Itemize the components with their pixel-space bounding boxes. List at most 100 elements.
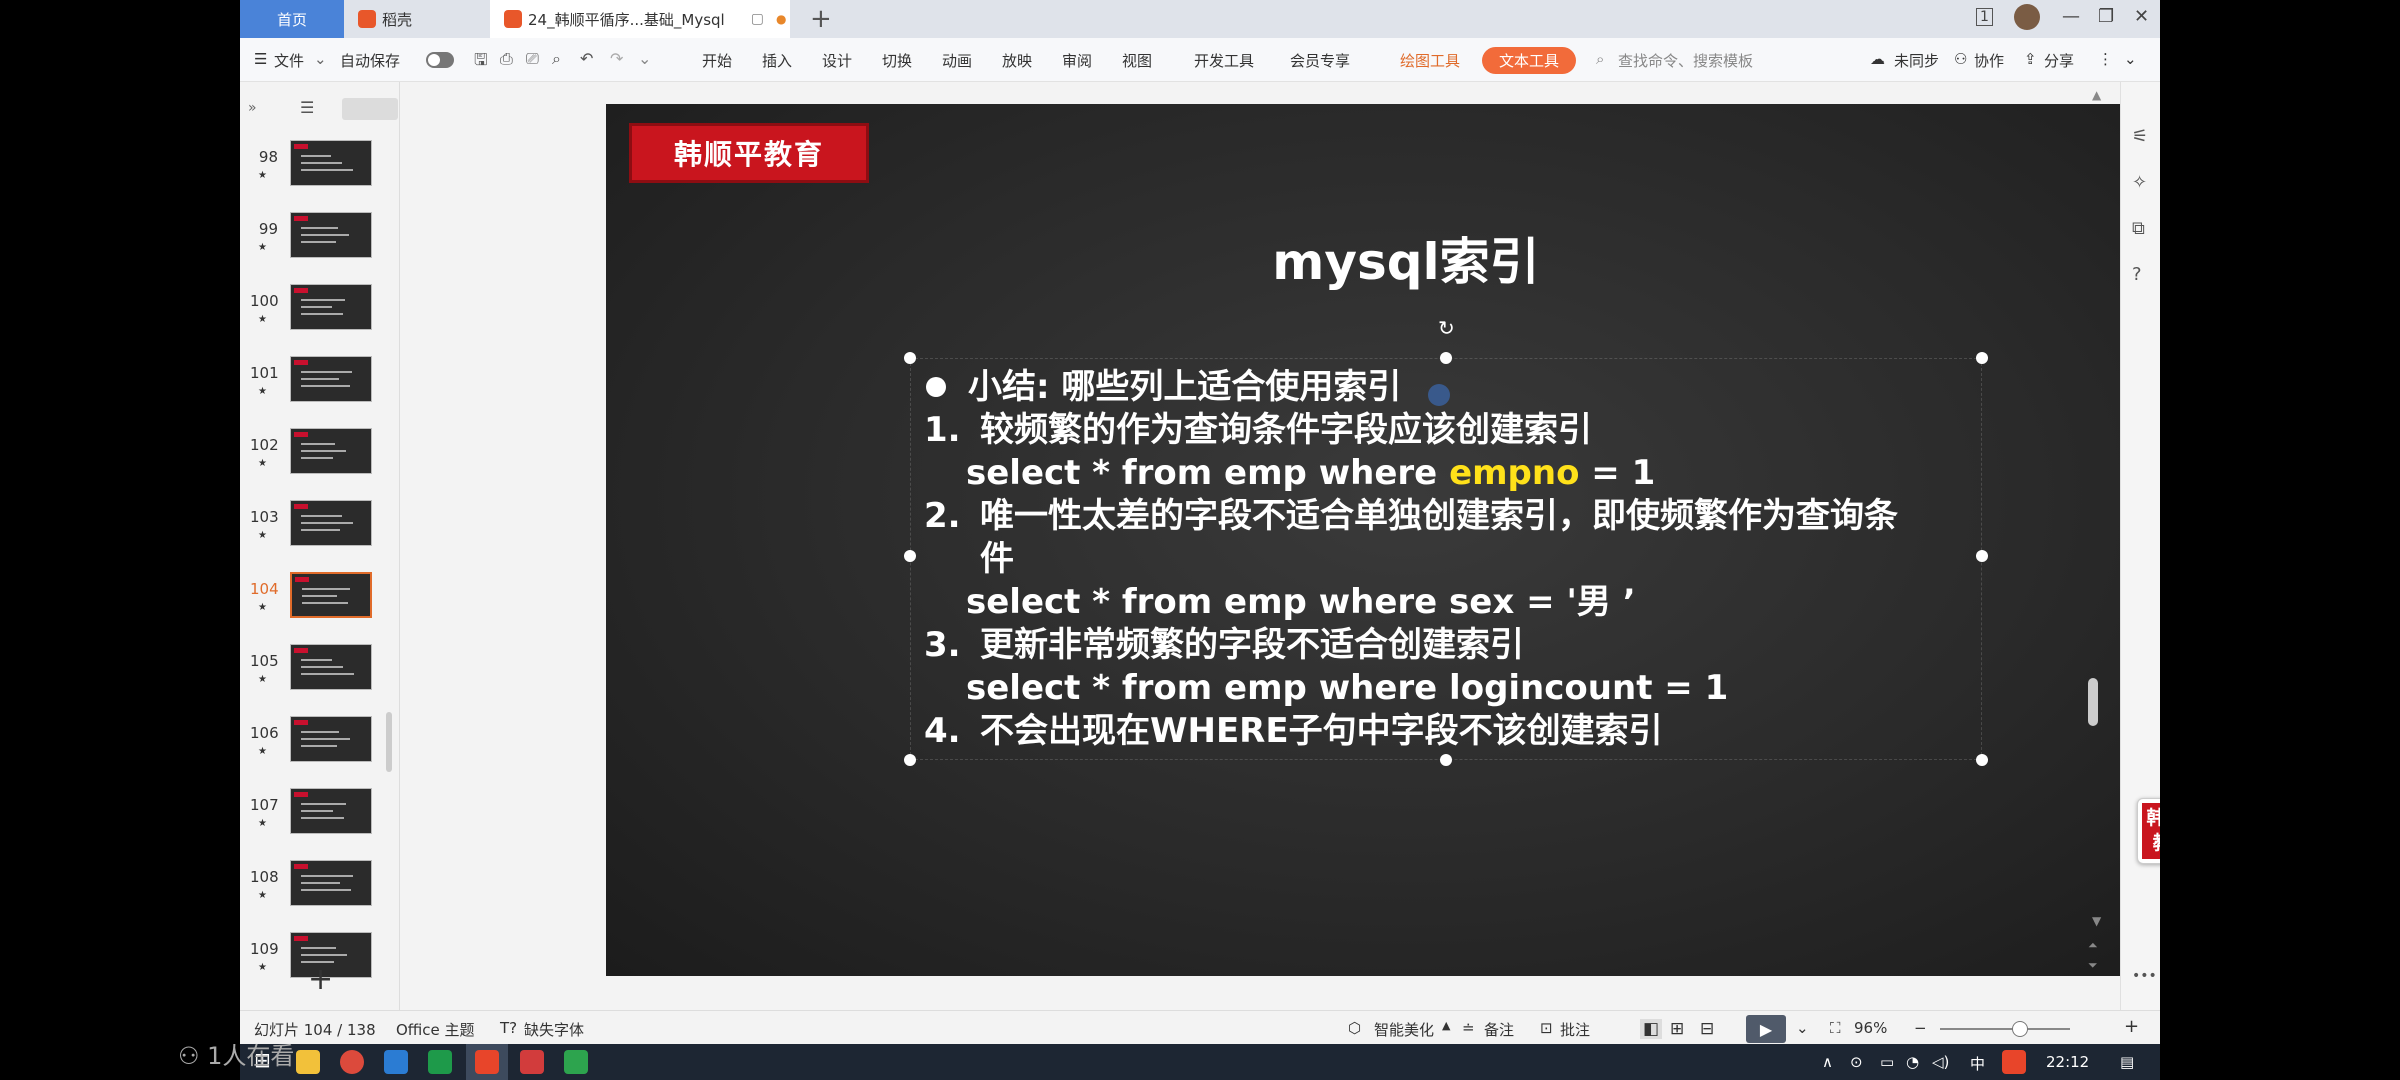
rotate-handle-icon[interactable]: ↻ xyxy=(1438,316,1455,340)
comment-icon[interactable]: ⊡ xyxy=(1540,1019,1553,1037)
chrome-icon[interactable] xyxy=(340,1050,364,1074)
slide-thumbnail[interactable]: 104 ★ xyxy=(250,572,380,634)
chevron-down-icon[interactable]: ⌄ xyxy=(314,50,327,68)
resize-handle[interactable] xyxy=(904,754,916,766)
tray-overflow-icon[interactable]: ∧ xyxy=(1822,1053,1833,1071)
menu-item-view[interactable]: 视图 xyxy=(1122,50,1152,71)
cloud-sync-icon[interactable]: ☁ xyxy=(1870,50,1885,68)
sorter-view-icon[interactable]: ⊞ xyxy=(1670,1019,1684,1039)
menu-item-slideshow[interactable]: 放映 xyxy=(1002,50,1032,71)
transition-icon[interactable]: ⧉ xyxy=(2132,218,2145,239)
slide-title[interactable]: mysql索引 xyxy=(606,222,2160,294)
menu-item-review[interactable]: 审阅 xyxy=(1062,50,1092,71)
next-slide-icon[interactable]: ⏷ xyxy=(2088,958,2098,973)
share-button[interactable]: 分享 xyxy=(2044,50,2074,71)
slide-body-text[interactable]: 小结: 哪些列上适合使用索引 1. 较频繁的作为查询条件字段应该创建索引 sele… xyxy=(924,366,1984,753)
slide-thumbnail[interactable]: 98 ★ xyxy=(250,140,380,202)
play-slideshow-button[interactable]: ▶ xyxy=(1746,1015,1786,1043)
volume-icon[interactable]: ◁) xyxy=(1932,1053,1949,1071)
menu-item-animation[interactable]: 动画 xyxy=(942,50,972,71)
slide-thumbnail[interactable]: 106 ★ xyxy=(250,716,380,778)
hamburger-icon[interactable]: ☰ xyxy=(254,50,267,68)
tab-home[interactable]: 首页 xyxy=(240,0,344,38)
command-search-input[interactable]: 查找命令、搜索模板 xyxy=(1618,50,1753,71)
menu-item-developer[interactable]: 开发工具 xyxy=(1194,50,1254,71)
minimize-icon[interactable]: — xyxy=(2062,6,2080,27)
close-icon[interactable]: ✕ xyxy=(2134,6,2149,27)
tab-pin-icon[interactable]: ▢ xyxy=(751,11,764,27)
file-explorer-icon[interactable] xyxy=(296,1050,320,1074)
zoom-slider[interactable] xyxy=(1940,1028,2070,1030)
play-options-icon[interactable]: ⌄ xyxy=(1796,1019,1809,1037)
print-icon[interactable]: ⎚ xyxy=(526,49,539,69)
file-menu[interactable]: 文件 xyxy=(274,50,304,71)
outline-view-icon[interactable]: ☰ xyxy=(300,98,314,117)
resize-handle[interactable] xyxy=(904,550,916,562)
slide-thumbnail[interactable]: 105 ★ xyxy=(250,644,380,706)
slide-thumbnail[interactable]: 99 ★ xyxy=(250,212,380,274)
resize-handle[interactable] xyxy=(1440,754,1452,766)
battery-icon[interactable]: ▭ xyxy=(1880,1053,1894,1071)
slide-thumbnail[interactable]: 103 ★ xyxy=(250,500,380,562)
resize-handle[interactable] xyxy=(1976,352,1988,364)
print-preview-icon[interactable]: ⌕ xyxy=(552,49,561,69)
resize-handle[interactable] xyxy=(1440,352,1452,364)
collapse-ribbon-icon[interactable]: ⌄ xyxy=(2124,50,2137,68)
autosave-toggle[interactable] xyxy=(426,52,454,68)
excel-icon[interactable] xyxy=(428,1050,452,1074)
pin-icon[interactable]: ✧ xyxy=(2132,172,2147,193)
zoom-slider-handle[interactable] xyxy=(2012,1021,2028,1037)
comments-button[interactable]: 批注 xyxy=(1560,1019,1590,1040)
avatar[interactable] xyxy=(2014,4,2040,30)
missing-font-icon[interactable]: T? xyxy=(500,1019,517,1037)
tab-count-icon[interactable]: 1 xyxy=(1976,8,1993,26)
prev-slide-icon[interactable]: ⏶ xyxy=(2088,938,2098,953)
fit-window-icon[interactable]: ⛶ xyxy=(1830,1019,1841,1037)
notes-icon[interactable]: ≐ xyxy=(1462,1019,1475,1037)
restore-icon[interactable]: ❐ xyxy=(2098,6,2114,27)
chevron-up-icon[interactable]: ▲ xyxy=(1442,1019,1450,1032)
canvas-scrollbar[interactable] xyxy=(2088,678,2098,726)
undo-icon[interactable]: ↶ xyxy=(580,49,593,68)
zoom-level[interactable]: 96% xyxy=(1854,1019,1887,1037)
more-vertical-icon[interactable]: ⋮ xyxy=(2098,50,2113,68)
tray-app-icon[interactable]: ⊙ xyxy=(1850,1053,1863,1071)
zoom-out-icon[interactable]: − xyxy=(1914,1019,1927,1037)
network-icon[interactable]: ◔ xyxy=(1906,1053,1919,1071)
tab-document[interactable]: 24_韩顺平循序...基础_Mysql ▢ ● xyxy=(490,0,790,38)
expand-panel-icon[interactable]: » xyxy=(248,100,257,116)
menu-item-start[interactable]: 开始 xyxy=(702,50,732,71)
camtasia-icon[interactable] xyxy=(564,1050,588,1074)
new-tab-button[interactable]: + xyxy=(810,0,832,38)
add-slide-icon[interactable]: + xyxy=(308,962,333,997)
scroll-down-icon[interactable]: ▼ xyxy=(2092,914,2101,928)
redo-icon[interactable]: ↷ xyxy=(610,49,623,68)
slide[interactable]: 韩顺平教育 mysql索引 ↻ 小结: 哪些列上适合使用索引 1. 较频繁的作为查… xyxy=(606,104,2160,976)
slide-thumbnail[interactable]: 108 ★ xyxy=(250,860,380,922)
export-pdf-icon[interactable]: ⎙ xyxy=(500,49,513,69)
slide-thumbnail[interactable]: 107 ★ xyxy=(250,788,380,850)
slide-thumbnail[interactable]: 102 ★ xyxy=(250,428,380,490)
menu-item-text-tools[interactable]: 文本工具 xyxy=(1482,47,1576,74)
slide-thumbnail[interactable]: 100 ★ xyxy=(250,284,380,346)
ime-toolbar[interactable]: 韩顺平教 育 中 ☽°, ▦ ✦ ✎ xyxy=(2137,798,2160,864)
more-icon[interactable]: ••• xyxy=(2132,968,2157,984)
notes-button[interactable]: 备注 xyxy=(1484,1019,1514,1040)
notifications-icon[interactable]: ▤ xyxy=(2120,1053,2134,1071)
wps-icon[interactable] xyxy=(475,1050,499,1074)
thumbnail-view-icon[interactable] xyxy=(342,98,398,120)
quick-access-more-icon[interactable]: ⌄ xyxy=(638,49,651,68)
reading-view-icon[interactable]: ⊟ xyxy=(1700,1019,1714,1039)
menu-item-member[interactable]: 会员专享 xyxy=(1290,50,1350,71)
menu-item-draw-tools[interactable]: 绘图工具 xyxy=(1400,50,1460,71)
beautify-icon[interactable]: ⬡ xyxy=(1348,1019,1361,1037)
properties-icon[interactable]: ⚟ xyxy=(2132,126,2148,147)
collab-button[interactable]: 协作 xyxy=(1974,50,2004,71)
search-icon[interactable]: ⌕ xyxy=(1596,50,1604,68)
menu-item-design[interactable]: 设计 xyxy=(822,50,852,71)
clock[interactable]: 22:12 xyxy=(2046,1053,2089,1071)
theme-name[interactable]: Office 主题 xyxy=(396,1019,475,1040)
normal-view-icon[interactable]: ◧ xyxy=(1640,1019,1663,1039)
resize-handle[interactable] xyxy=(904,352,916,364)
scroll-up-icon[interactable]: ▲ xyxy=(2092,88,2101,102)
